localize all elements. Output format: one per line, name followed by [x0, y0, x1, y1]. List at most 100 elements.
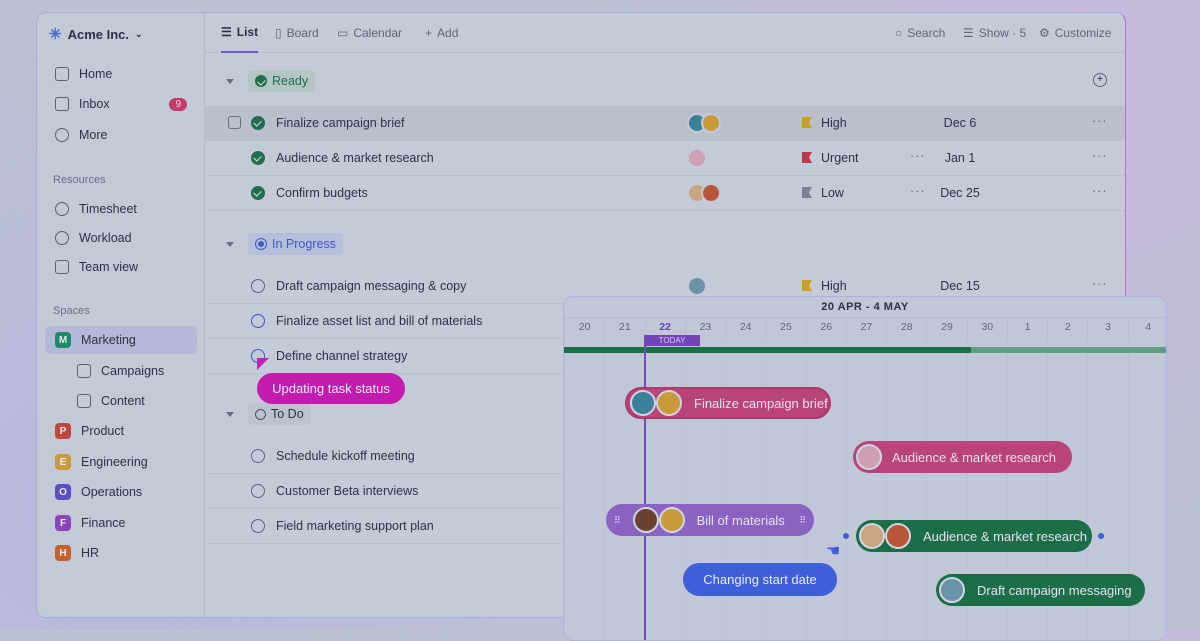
label: Operations [81, 485, 143, 499]
status-open-icon[interactable] [251, 484, 265, 498]
add-view-button[interactable]: + Add [425, 13, 458, 53]
sidebar-item-more[interactable]: More [45, 121, 197, 149]
gantt-bar[interactable]: Audience & market research [856, 520, 1092, 552]
sidebar-item-team-view[interactable]: Team view [45, 253, 197, 281]
sliders-icon: ☰ [963, 26, 974, 40]
status-done-icon[interactable] [251, 186, 265, 200]
priority[interactable]: High [821, 116, 847, 130]
sidebar-item-timesheet[interactable]: Timesheet [45, 195, 197, 223]
sidebar-folder-content[interactable]: Content [67, 387, 197, 415]
sidebar-space-marketing[interactable]: M Marketing [45, 326, 197, 354]
more-icon[interactable]: ··· [1092, 114, 1108, 128]
due-date[interactable]: Jan 1 [935, 151, 985, 165]
group-to-do[interactable]: To Do [248, 403, 311, 425]
priority[interactable]: Urgent [821, 151, 859, 165]
tab-calendar[interactable]: ▭ Calendar [337, 13, 402, 53]
status-done-icon[interactable] [251, 116, 265, 130]
more-icon[interactable]: ··· [1092, 184, 1108, 198]
label: Board [286, 26, 319, 40]
label: Product [81, 424, 125, 438]
more-icon[interactable]: ··· [910, 149, 926, 163]
resize-handle[interactable] [1098, 533, 1104, 539]
search-button[interactable]: ○ Search [895, 13, 945, 53]
more-icon[interactable]: ··· [910, 184, 926, 198]
space-icon: P [55, 423, 71, 439]
priority[interactable]: High [821, 279, 847, 293]
day: 25 [765, 318, 805, 335]
sidebar-item-home[interactable]: Home [45, 60, 197, 88]
board-icon: ▯ [275, 26, 282, 40]
assignees[interactable] [687, 148, 707, 171]
group-label: In Progress [272, 237, 336, 251]
collapse-to-do[interactable] [226, 412, 234, 417]
priority[interactable]: Low [821, 186, 844, 200]
label: Team view [79, 260, 139, 274]
sidebar-space-product[interactable]: P Product [45, 417, 197, 445]
due-date[interactable]: Dec 6 [935, 116, 985, 130]
label: HR [81, 546, 100, 560]
sidebar-space-engineering[interactable]: E Engineering [45, 448, 197, 476]
task-name[interactable]: Draft campaign messaging & copy [276, 279, 466, 293]
task-name[interactable]: Finalize campaign brief [276, 116, 405, 130]
bar-label: Draft campaign messaging [977, 582, 1132, 598]
task-name[interactable]: Schedule kickoff meeting [276, 449, 415, 463]
collapse-in-progress[interactable] [226, 242, 234, 247]
task-name[interactable]: Define channel strategy [276, 349, 407, 363]
sidebar-space-finance[interactable]: F Finance [45, 509, 197, 537]
task-name[interactable]: Audience & market research [276, 151, 434, 165]
label: Customize [1054, 26, 1112, 40]
gantt-bar[interactable]: Audience & market research [853, 441, 1072, 473]
task-name[interactable]: Field marketing support plan [276, 519, 434, 533]
task-name[interactable]: Finalize asset list and bill of material… [276, 314, 482, 328]
status-done-icon[interactable] [251, 151, 265, 165]
day: 4 [1127, 318, 1166, 335]
gantt-bar[interactable]: ⠿ Bill of materials ⠿ [606, 504, 814, 536]
sidebar-item-inbox[interactable]: Inbox 9 [45, 90, 197, 118]
status-open-icon[interactable] [251, 279, 265, 293]
customize-button[interactable]: ⚙ Customize [1039, 13, 1111, 53]
more-icon[interactable]: ··· [1092, 277, 1108, 291]
grid-icon [55, 260, 69, 274]
status-open-icon[interactable] [251, 314, 265, 328]
progress-bar-done [564, 347, 971, 353]
tab-list[interactable]: ☰ List [221, 13, 259, 53]
due-date[interactable]: Dec 25 [935, 186, 985, 200]
gantt-bar[interactable]: Draft campaign messaging [936, 574, 1145, 606]
gantt-bar[interactable]: Finalize campaign brief [625, 387, 831, 419]
tab-board[interactable]: ▯ Board [275, 13, 319, 53]
row-checkbox[interactable] [228, 116, 241, 129]
flag-icon [802, 280, 812, 291]
task-name[interactable]: Customer Beta interviews [276, 484, 418, 498]
more-icon[interactable]: ··· [1092, 149, 1108, 163]
day-today: 22 [644, 318, 685, 335]
today-marker: TODAY [644, 335, 700, 346]
flag-icon [802, 187, 812, 198]
due-date[interactable]: Dec 15 [935, 279, 985, 293]
task-row[interactable]: Audience & market research Urgent ··· Ja… [205, 141, 1125, 176]
add-column-button[interactable]: + [1093, 73, 1107, 87]
sidebar-space-hr[interactable]: H HR [45, 539, 197, 567]
show-button[interactable]: ☰ Show · 5 [963, 13, 1026, 53]
resize-handle[interactable] [843, 533, 849, 539]
collapse-ready[interactable] [226, 79, 234, 84]
workspace-switcher[interactable]: ✳ Acme Inc. ⌄ [49, 25, 143, 43]
sidebar-item-workload[interactable]: Workload [45, 224, 197, 252]
group-in-progress[interactable]: In Progress [248, 233, 343, 255]
sidebar: ✳ Acme Inc. ⌄ Home Inbox 9 More Resources T… [37, 13, 205, 617]
label: Show · 5 [978, 26, 1027, 40]
sidebar-space-operations[interactable]: O Operations [45, 478, 197, 506]
task-row[interactable]: Finalize campaign brief High Dec 6 ··· [205, 106, 1125, 141]
status-open-icon[interactable] [251, 449, 265, 463]
group-ready[interactable]: Ready [248, 70, 316, 92]
task-name[interactable]: Confirm budgets [276, 186, 368, 200]
assignees[interactable] [687, 113, 721, 136]
drag-handle-icon[interactable]: ⠿ [614, 515, 621, 526]
sidebar-folder-campaigns[interactable]: Campaigns [67, 357, 197, 385]
complete-icon [255, 75, 267, 87]
gear-icon: ⚙ [1039, 26, 1050, 40]
gauge-icon [55, 231, 69, 245]
drag-handle-icon[interactable]: ⠿ [799, 515, 806, 526]
task-row[interactable]: Confirm budgets Low ··· Dec 25 ··· [205, 176, 1125, 211]
status-open-icon[interactable] [251, 519, 265, 533]
assignees[interactable] [687, 183, 721, 206]
